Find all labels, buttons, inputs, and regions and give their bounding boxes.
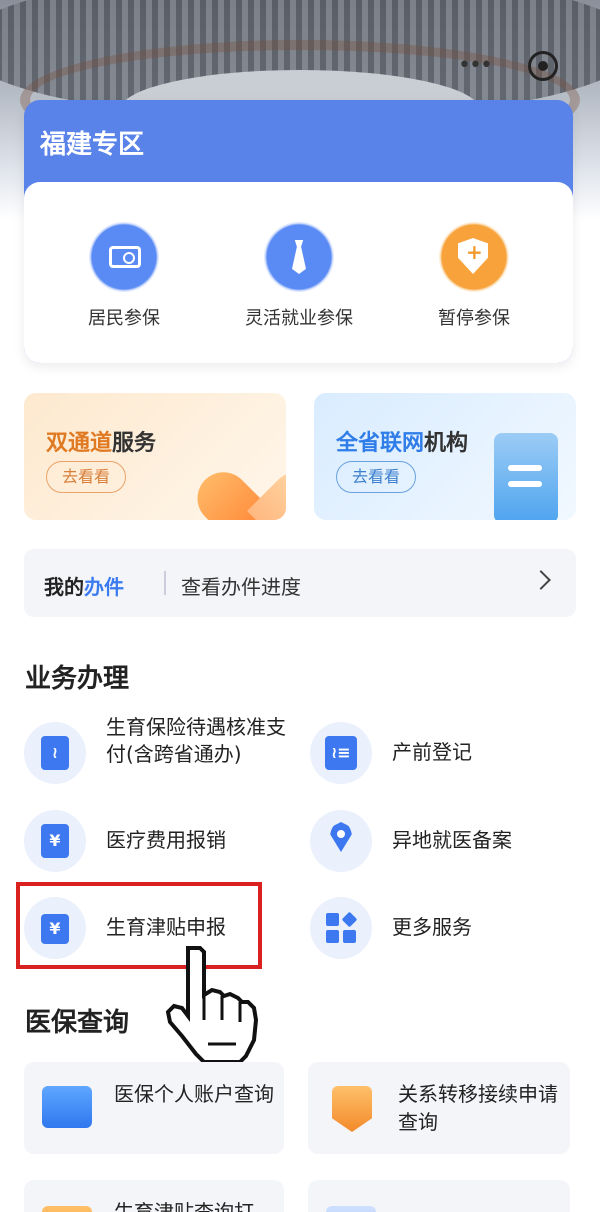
prenatal-registration-item[interactable]: ≀≡ 产前登记 bbox=[310, 722, 580, 784]
banner-title: 双通道服务 bbox=[46, 431, 157, 456]
fj-item-label: 灵活就业参保 bbox=[245, 308, 353, 329]
resident-insurance-item[interactable]: 居民参保 bbox=[54, 222, 194, 330]
more-dots-icon[interactable]: ••• bbox=[458, 55, 493, 77]
medical-reimbursement-item[interactable]: ¥ 医疗费用报销 bbox=[24, 810, 294, 872]
close-target-icon[interactable] bbox=[528, 51, 558, 81]
fj-item-label: 暂停参保 bbox=[438, 308, 510, 329]
business-section-title: 业务办理 bbox=[25, 664, 130, 694]
my-tasks-bar[interactable]: 我的办件 查看办件进度 bbox=[24, 549, 576, 617]
allowance-doc-icon bbox=[42, 1206, 92, 1212]
biz-item-label: 医疗费用报销 bbox=[106, 828, 226, 852]
heart-icon bbox=[209, 441, 286, 520]
flexible-employment-item[interactable]: 灵活就业参保 bbox=[229, 222, 369, 330]
banner-title: 全省联网机构 bbox=[336, 431, 469, 456]
my-tasks-subtitle: 查看办件进度 bbox=[181, 575, 301, 599]
id-card-icon bbox=[42, 1086, 92, 1128]
maternity-payment-item[interactable]: ≀ 生育保险待遇核准支付(含跨省通办) bbox=[24, 715, 294, 802]
maternity-allowance-query-tile[interactable]: 生育津贴查询打 bbox=[24, 1180, 284, 1212]
hand-pointer-icon bbox=[165, 946, 259, 1064]
tie-icon bbox=[264, 222, 334, 292]
personal-account-query-tile[interactable]: 医保个人账户查询 bbox=[24, 1062, 284, 1154]
biz-item-label: 产前登记 bbox=[392, 740, 472, 764]
maternity-doc-icon: ≀ bbox=[24, 722, 86, 784]
biz-item-label: 更多服务 bbox=[392, 915, 472, 939]
divider bbox=[164, 571, 166, 595]
query-section-title: 医保查询 bbox=[25, 1008, 130, 1038]
suspend-insurance-item[interactable]: 暂停参保 bbox=[404, 222, 544, 330]
query-item-label: 关系转移接续申请查询 bbox=[398, 1082, 558, 1134]
query-item-label: 医保个人账户查询 bbox=[114, 1082, 274, 1106]
fujian-zone-items: 居民参保 灵活就业参保 暂停参保 bbox=[24, 182, 573, 363]
dual-channel-banner[interactable]: 双通道服务 去看看 bbox=[24, 393, 286, 520]
transfer-query-tile[interactable]: 关系转移接续申请查询 bbox=[308, 1062, 570, 1154]
mini-program-capsule: ••• bbox=[450, 48, 570, 84]
query-tile-4[interactable] bbox=[308, 1180, 570, 1212]
go-see-button[interactable]: 去看看 bbox=[336, 461, 416, 493]
fujian-zone-title: 福建专区 bbox=[40, 130, 145, 160]
more-services-item[interactable]: 更多服务 bbox=[310, 897, 580, 959]
transfer-shield-icon bbox=[332, 1086, 372, 1132]
go-see-button[interactable]: 去看看 bbox=[46, 461, 126, 493]
building-icon bbox=[494, 433, 558, 520]
my-tasks-title: 我的办件 bbox=[44, 575, 124, 599]
location-pin-icon bbox=[310, 810, 372, 872]
yuan-doc-icon: ¥ bbox=[24, 810, 86, 872]
offsite-medical-filing-item[interactable]: 异地就医备案 bbox=[310, 810, 580, 872]
fj-item-label: 居民参保 bbox=[88, 308, 160, 329]
chevron-right-icon bbox=[531, 570, 551, 590]
prenatal-doc-icon: ≀≡ bbox=[310, 722, 372, 784]
fujian-zone-card: 福建专区 居民参保 灵活就业参保 暂停参保 bbox=[24, 100, 573, 363]
biz-item-label: 异地就医备案 bbox=[392, 828, 512, 852]
biz-item-label: 生育保险待遇核准支付(含跨省通办) bbox=[106, 715, 286, 766]
query-item-label: 生育津贴查询打 bbox=[114, 1200, 254, 1212]
province-network-banner[interactable]: 全省联网机构 去看看 bbox=[314, 393, 576, 520]
id-card-icon bbox=[89, 222, 159, 292]
shield-minus-icon bbox=[439, 222, 509, 292]
grid-apps-icon bbox=[310, 897, 372, 959]
query-doc-icon bbox=[326, 1206, 376, 1212]
